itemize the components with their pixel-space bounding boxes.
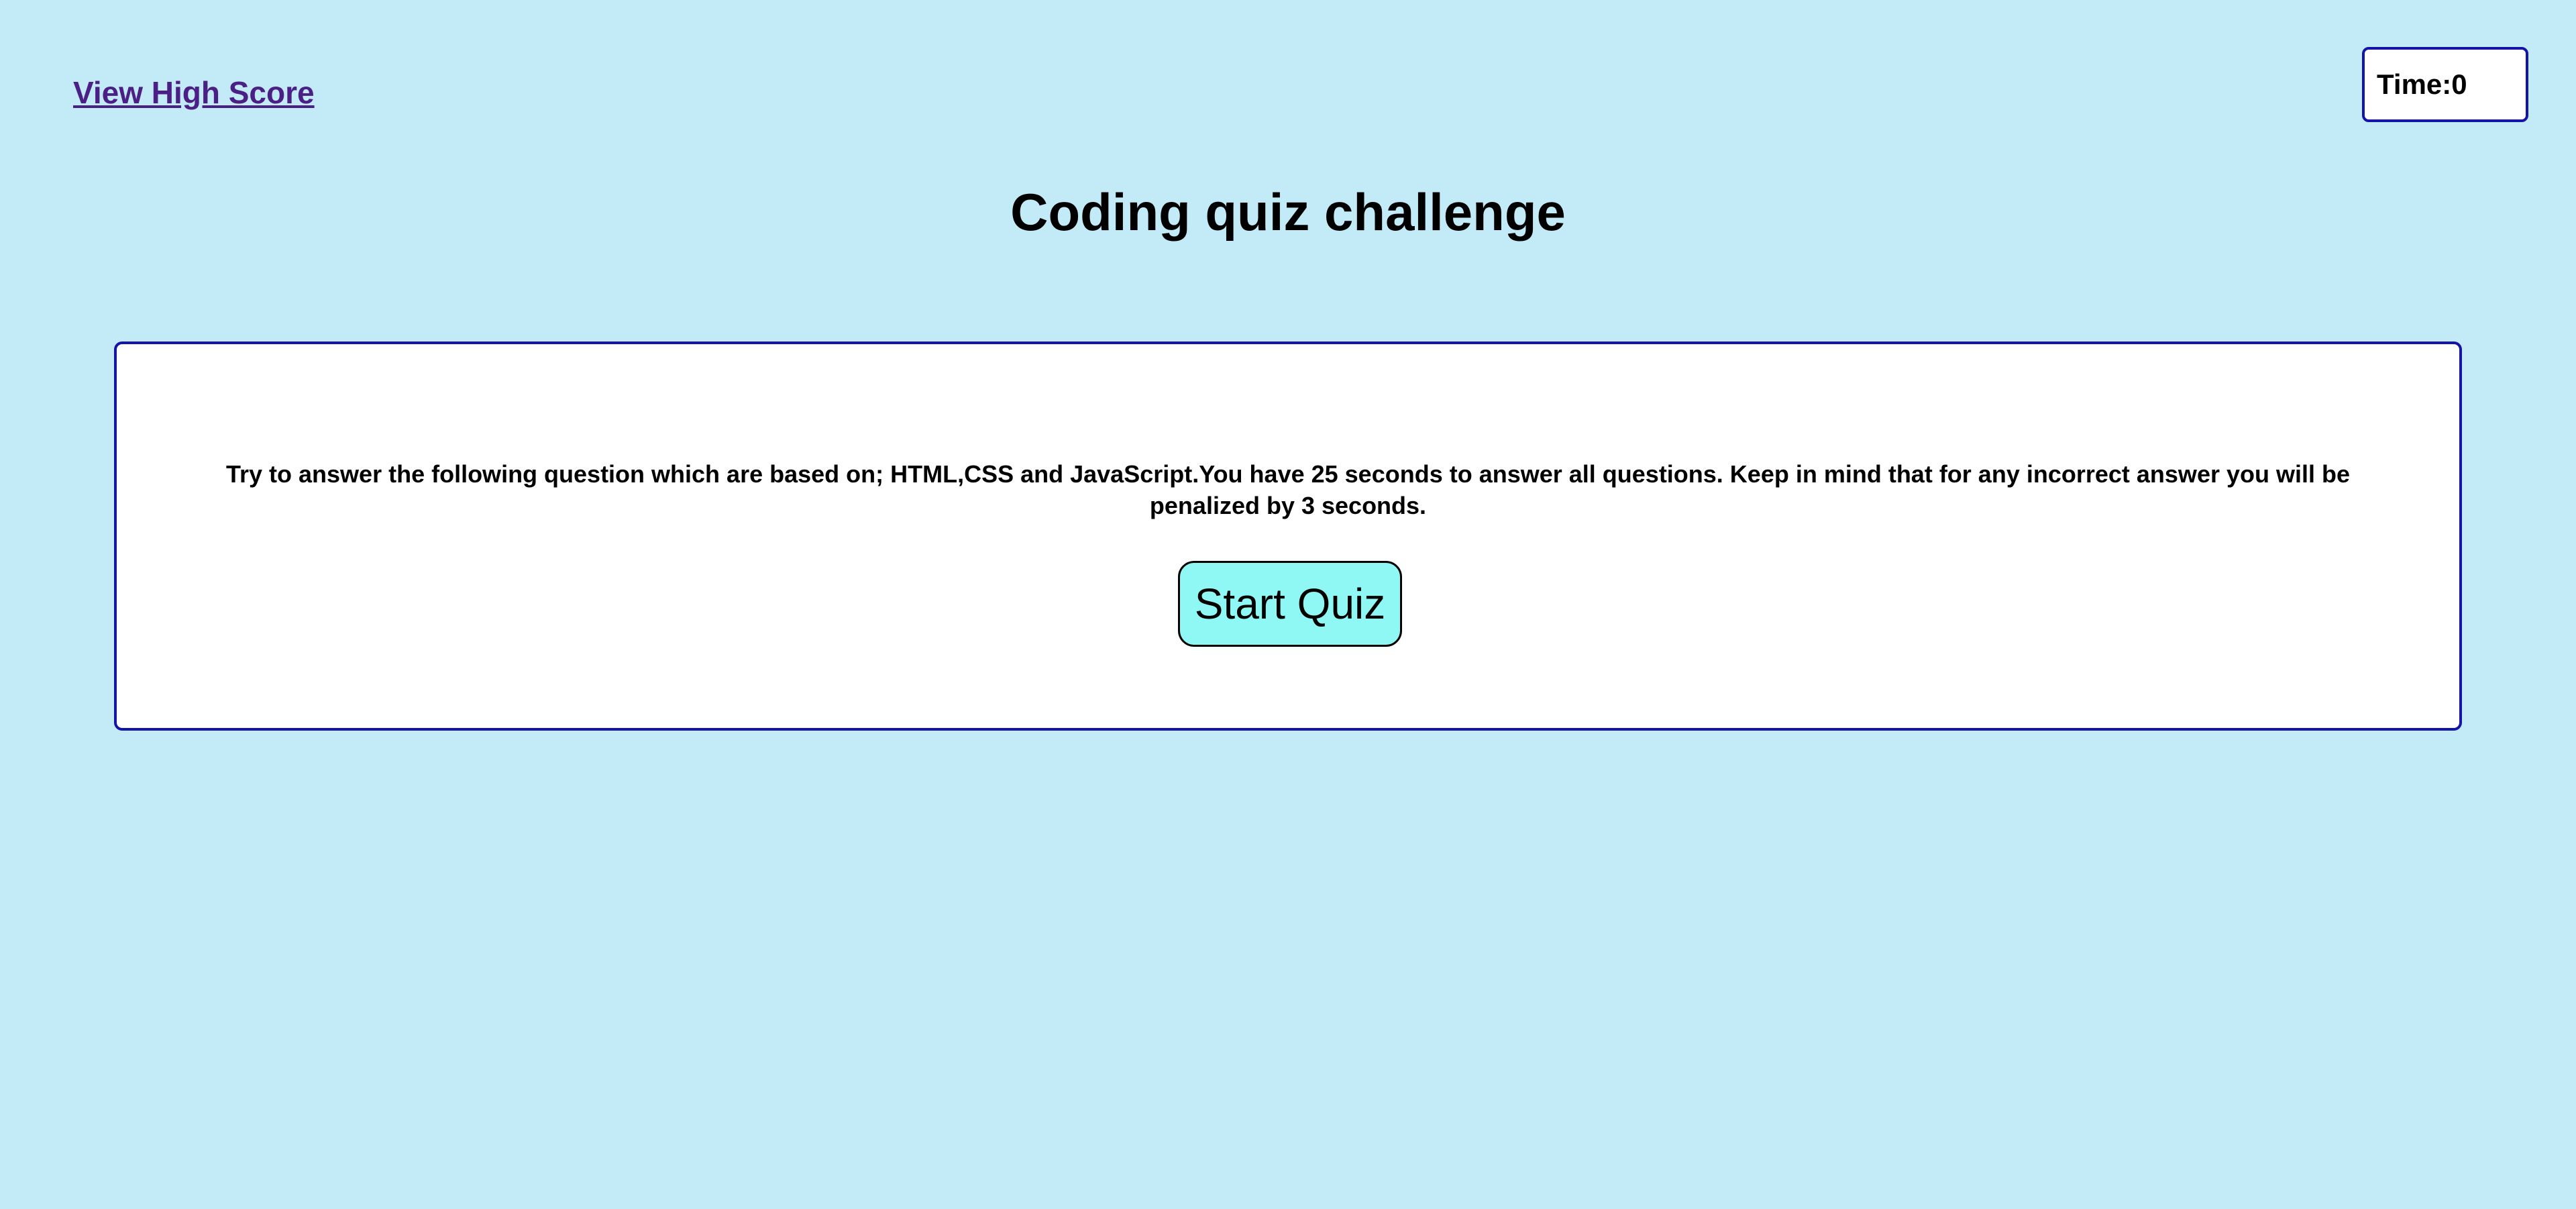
timer-box: Time: 0 — [2362, 47, 2528, 122]
start-quiz-button[interactable]: Start Quiz — [1178, 561, 1402, 647]
page-title: Coding quiz challenge — [1010, 182, 1566, 242]
timer-value: 0 — [2451, 68, 2467, 100]
intro-text: Try to answer the following question whi… — [226, 460, 2350, 519]
intro-card: Try to answer the following question whi… — [114, 341, 2462, 731]
timer-label: Time: — [2377, 68, 2452, 100]
view-high-score-link[interactable]: View High Score — [73, 72, 315, 113]
